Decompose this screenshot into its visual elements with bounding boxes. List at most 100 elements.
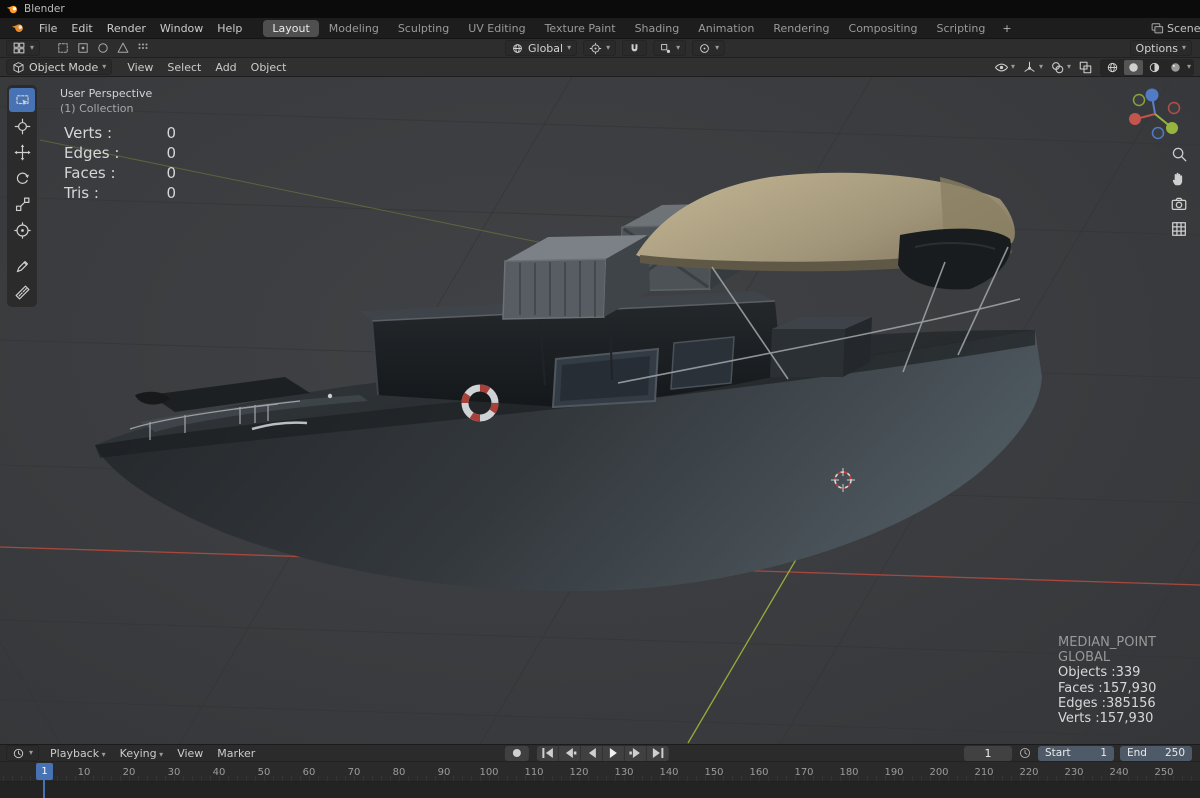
menu-window[interactable]: Window [153, 22, 210, 35]
viewport-menu-object[interactable]: Object [244, 61, 294, 74]
camera-view-icon[interactable] [1170, 195, 1188, 213]
jump-end-icon [652, 748, 664, 758]
scene-statistics: Verts : 0 Edges : 0 Faces : 0 Tris : 0 [64, 123, 176, 203]
auto-keying-button[interactable] [504, 745, 529, 761]
gizmo-z-axis[interactable] [1145, 88, 1159, 102]
start-value: 1 [1100, 747, 1107, 759]
workspace-tab-uv-editing[interactable]: UV Editing [459, 20, 534, 37]
workspace-tab-rendering[interactable]: Rendering [764, 20, 838, 37]
preview-range-icon[interactable] [1018, 746, 1032, 760]
gizmo-x-axis-neg[interactable] [1167, 101, 1181, 115]
timeline-editor-type-button[interactable]: ▾ [6, 745, 40, 761]
ruler-tick: 70 [347, 767, 361, 778]
jump-to-end-button[interactable] [646, 745, 669, 761]
menu-file[interactable]: File [32, 22, 64, 35]
measure-tool[interactable] [9, 280, 35, 304]
stat-row: Edges : 0 [64, 143, 176, 163]
annotate-tool[interactable] [9, 254, 35, 278]
gizmo-z-axis-neg[interactable] [1151, 126, 1165, 140]
snap-toggle[interactable] [622, 40, 648, 56]
tool-settings-icon-1[interactable] [56, 41, 70, 55]
gizmo-icon [1024, 61, 1035, 72]
shading-rendered-button[interactable] [1166, 60, 1185, 75]
add-workspace-button[interactable]: + [995, 20, 1018, 37]
rotate-tool[interactable] [9, 166, 35, 190]
overlay-info-line: Objects :339 [1058, 665, 1141, 681]
play-button[interactable] [602, 745, 625, 761]
transform-tool[interactable] [9, 218, 35, 242]
rotate-icon [16, 172, 29, 184]
select-box-tool[interactable] [9, 88, 35, 112]
cursor-tool[interactable] [9, 114, 35, 138]
workspace-tab-layout[interactable]: Layout [263, 19, 319, 37]
boat-model[interactable] [95, 172, 1042, 592]
timeline-ruler[interactable]: 10 20 30 40 50 60 70 80 90 100 110 120 130 140 150 160 1… [0, 762, 1200, 782]
prev-keyframe-button[interactable] [558, 745, 581, 761]
jump-to-start-button[interactable] [536, 745, 559, 761]
scene-selector[interactable]: Scene [1150, 21, 1200, 35]
viewport-menu-select[interactable]: Select [160, 61, 208, 74]
toggle-projection-icon[interactable] [1170, 220, 1188, 238]
timeline-menu-marker[interactable]: Marker [210, 747, 262, 760]
transform-orientation-dropdown[interactable]: Global ▾ [505, 40, 578, 56]
next-keyframe-button[interactable] [624, 745, 647, 761]
scale-tool[interactable] [9, 192, 35, 216]
playhead[interactable]: 1 [36, 763, 53, 798]
menu-help[interactable]: Help [210, 22, 249, 35]
visibility-dropdown[interactable]: ▾ [994, 60, 1015, 75]
timeline-menu-playback[interactable]: Playback ▾ [43, 747, 113, 760]
menu-render[interactable]: Render [100, 22, 153, 35]
play-reverse-button[interactable] [580, 745, 603, 761]
viewport-menu-view[interactable]: View [120, 61, 160, 74]
timeline-track-area[interactable] [0, 782, 1200, 798]
current-frame-field[interactable]: 1 [964, 745, 1012, 761]
frame-end-field[interactable]: End 250 [1120, 745, 1192, 761]
workspace-tab-compositing[interactable]: Compositing [840, 20, 927, 37]
workspace-tab-shading[interactable]: Shading [626, 20, 689, 37]
gizmo-y-axis-neg[interactable] [1132, 93, 1146, 107]
move-tool[interactable] [9, 140, 35, 164]
options-dropdown[interactable]: Options ▾ [1129, 40, 1192, 56]
workspace-tab-texture-paint[interactable]: Texture Paint [536, 20, 625, 37]
tool-settings-icon-2[interactable] [76, 41, 90, 55]
chevron-down-icon: ▾ [1186, 62, 1191, 71]
tool-settings-icon-4[interactable] [116, 41, 130, 55]
blender-window: Blender File Edit Render Window Help Layout M… [0, 0, 1200, 798]
shading-wireframe-button[interactable] [1103, 60, 1122, 75]
overlays-dropdown[interactable]: ▾ [1050, 60, 1071, 75]
frame-start-field[interactable]: Start 1 [1038, 745, 1114, 761]
shading-solid-button[interactable] [1123, 59, 1143, 75]
tool-settings-bar: ▾ Global ▾ ▾ ▾ ▾ Options ▾ [0, 39, 1200, 58]
proportional-editing-toggle[interactable]: ▾ [692, 40, 726, 56]
ruler-tick: 210 [974, 767, 994, 778]
workspace-tab-modeling[interactable]: Modeling [320, 20, 388, 37]
mode-dropdown[interactable]: Object Mode ▾ [6, 59, 113, 75]
timeline-menu-view[interactable]: View [170, 747, 210, 760]
viewport-header-right: ▾ ▾ ▾ ▾ [994, 58, 1194, 76]
pivot-point-dropdown[interactable]: ▾ [583, 40, 617, 56]
tool-settings-icon-3[interactable] [96, 41, 110, 55]
viewport-menu-add[interactable]: Add [208, 61, 243, 74]
shading-material-button[interactable] [1145, 60, 1164, 75]
menu-edit[interactable]: Edit [64, 22, 99, 35]
timeline-menu-keying[interactable]: Keying ▾ [113, 747, 171, 760]
window-title: Blender [24, 3, 65, 15]
workspace-tab-sculpting[interactable]: Sculpting [389, 20, 458, 37]
viewport-canvas[interactable] [0, 77, 1200, 744]
navigation-gizmo[interactable] [1126, 85, 1184, 143]
snap-target-dropdown[interactable]: ▾ [653, 40, 687, 56]
blender-menu-button[interactable] [4, 21, 32, 35]
workspace-tab-scripting[interactable]: Scripting [927, 20, 994, 37]
gizmo-x-axis[interactable] [1129, 113, 1141, 125]
workspace-tab-animation[interactable]: Animation [689, 20, 763, 37]
zoom-tool-icon[interactable] [1170, 145, 1188, 163]
tool-settings-icon-5[interactable] [136, 41, 150, 55]
gizmos-dropdown[interactable]: ▾ [1022, 60, 1043, 75]
pan-hand-icon[interactable] [1170, 170, 1188, 188]
snap-target-icon [661, 43, 671, 53]
timeline-area[interactable]: 10 20 30 40 50 60 70 80 90 100 110 120 130 140 150 160 1… [0, 762, 1200, 798]
viewport-3d[interactable]: User Perspective (1) Collection Verts : 0… [0, 77, 1200, 744]
editor-type-button[interactable]: ▾ [6, 40, 41, 56]
gizmo-y-axis[interactable] [1166, 122, 1178, 134]
xray-toggle[interactable] [1078, 60, 1093, 75]
